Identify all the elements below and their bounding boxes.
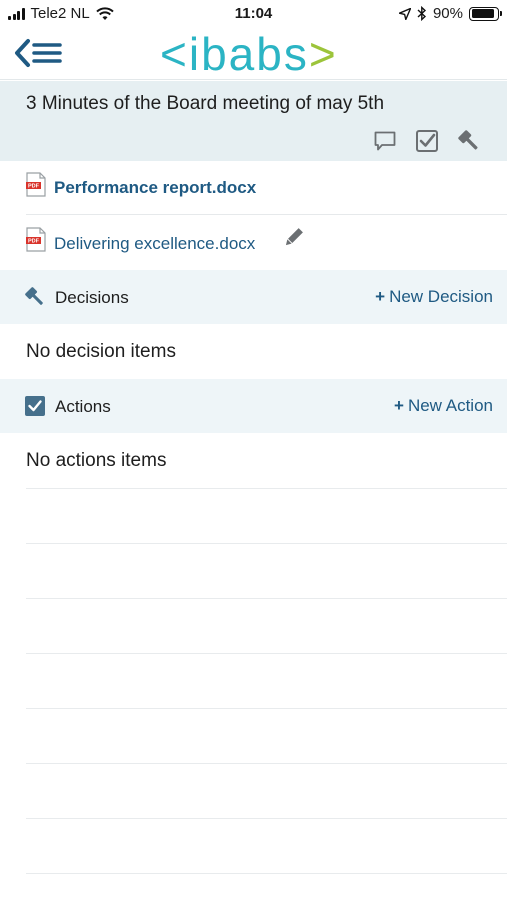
ibabs-logo: < ibabs >: [160, 26, 338, 82]
divider: [26, 708, 507, 709]
divider: [26, 488, 507, 489]
header-actions: [373, 129, 481, 153]
svg-text:PDF: PDF: [28, 184, 40, 190]
status-right: 90%: [398, 5, 502, 22]
checkbox-icon[interactable]: [415, 129, 439, 153]
decisions-section-header: Decisions + New Decision: [0, 270, 507, 324]
divider: [26, 598, 507, 599]
gavel-icon[interactable]: [457, 129, 481, 153]
actions-section-header: Actions + New Action: [0, 379, 507, 433]
battery-percent: 90%: [432, 5, 463, 22]
decisions-empty-text: No decision items: [26, 341, 176, 362]
back-menu-button[interactable]: [14, 38, 64, 68]
divider: [26, 818, 507, 819]
page-title: 3 Minutes of the Board meeting of may 5t…: [26, 93, 385, 114]
battery-icon: [469, 6, 502, 21]
checkbox-icon: [25, 396, 45, 416]
location-arrow-icon: [398, 7, 411, 20]
pencil-icon[interactable]: [282, 227, 304, 249]
status-bar: Tele2 NL 11:04 90%: [0, 0, 507, 28]
document-link[interactable]: Delivering excellence.docx: [54, 234, 255, 254]
divider: [26, 873, 507, 874]
new-decision-button[interactable]: + New Decision: [375, 287, 493, 307]
nav-bar: < ibabs >: [0, 28, 507, 80]
logo-left-bracket: <: [160, 28, 189, 80]
pdf-icon: PDF: [26, 227, 46, 252]
new-action-button[interactable]: + New Action: [394, 396, 493, 416]
decisions-empty-state: No decision items: [0, 324, 507, 379]
meeting-item-header: 3 Minutes of the Board meeting of may 5t…: [0, 81, 507, 161]
plus-icon: +: [394, 396, 404, 415]
gavel-icon: [25, 287, 43, 305]
back-menu-icon: [15, 39, 62, 67]
comment-icon[interactable]: [373, 129, 397, 153]
new-decision-label: New Decision: [389, 287, 493, 306]
svg-text:PDF: PDF: [28, 239, 40, 245]
bluetooth-icon: [417, 6, 426, 21]
decisions-label: Decisions: [55, 288, 129, 307]
plus-icon: +: [375, 287, 386, 306]
new-action-label: New Action: [407, 396, 493, 415]
actions-empty-text: No actions items: [26, 450, 167, 471]
actions-empty-state: No actions items: [0, 433, 507, 488]
divider: [26, 763, 507, 764]
pdf-icon: PDF: [26, 172, 46, 197]
document-link[interactable]: Performance report.docx: [54, 178, 256, 198]
divider: [26, 653, 507, 654]
divider: [26, 543, 507, 544]
document-row[interactable]: PDF Delivering excellence.docx: [0, 215, 507, 269]
logo-right-bracket: >: [308, 28, 338, 80]
actions-label: Actions: [55, 397, 111, 416]
logo-word: ibabs: [188, 28, 309, 80]
document-row[interactable]: PDF Performance report.docx: [0, 161, 507, 215]
